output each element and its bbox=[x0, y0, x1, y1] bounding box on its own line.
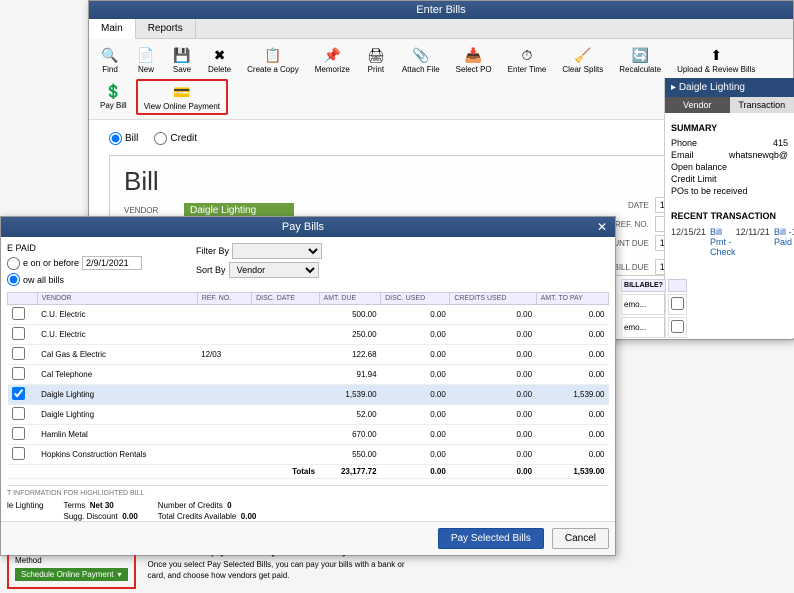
toolbar-view-online-payment[interactable]: 💳View Online Payment bbox=[136, 79, 228, 115]
clear-splits-icon: 🧹 bbox=[574, 46, 592, 64]
enter-time-icon: ⏱ bbox=[518, 46, 536, 64]
close-icon[interactable]: ✕ bbox=[597, 220, 607, 234]
new-icon: 📄 bbox=[137, 46, 155, 64]
recalculate-icon: 🔄 bbox=[631, 46, 649, 64]
upload-review-bills-icon: ⬆ bbox=[707, 46, 725, 64]
tab-reports[interactable]: Reports bbox=[136, 19, 196, 38]
save-icon: 💾 bbox=[173, 46, 191, 64]
toolbar-select-po[interactable]: 📥Select PO bbox=[449, 43, 499, 77]
billable-check[interactable] bbox=[671, 320, 684, 333]
side-vendor-name: ▸ Daigle Lighting bbox=[665, 78, 794, 97]
cancel-button[interactable]: Cancel bbox=[552, 528, 609, 549]
attach-file-icon: 📎 bbox=[412, 46, 430, 64]
row-check[interactable] bbox=[12, 447, 25, 460]
find-icon: 🔍 bbox=[101, 46, 119, 64]
bills-table: VENDORREF. NO.DISC. DATEAMT. DUEDISC. US… bbox=[7, 292, 609, 479]
pay-bills-window: Pay Bills ✕ E PAID e on or before ow all… bbox=[0, 216, 616, 556]
sort-by-select[interactable]: Vendor bbox=[229, 262, 319, 278]
filter-by-select[interactable] bbox=[232, 243, 322, 259]
toolbar-enter-time[interactable]: ⏱Enter Time bbox=[501, 43, 554, 77]
credit-radio[interactable]: Credit bbox=[154, 132, 197, 145]
enter-bills-tabs: Main Reports bbox=[89, 19, 793, 39]
billable-check[interactable] bbox=[671, 297, 684, 310]
table-row[interactable]: C.U. Electric250.000.000.000.00 bbox=[8, 325, 609, 345]
side-tab-transaction[interactable]: Transaction bbox=[730, 97, 794, 113]
table-row[interactable]: Cal Gas & Electric12/03122.680.000.000.0… bbox=[8, 345, 609, 365]
toolbar-save[interactable]: 💾Save bbox=[165, 43, 199, 77]
vendor-label: VENDOR bbox=[124, 206, 184, 215]
toolbar-pay-bill[interactable]: 💲Pay Bill bbox=[93, 79, 134, 115]
side-tabs: Vendor Transaction bbox=[665, 97, 794, 113]
on-before-date[interactable] bbox=[82, 256, 142, 270]
table-row[interactable]: C.U. Electric500.000.000.000.00 bbox=[8, 305, 609, 325]
pay-selected-button[interactable]: Pay Selected Bills bbox=[438, 528, 544, 549]
method-dropdown[interactable]: Schedule Online Payment bbox=[15, 568, 128, 581]
billable-table: BILLABLE? emo... emo... bbox=[619, 277, 689, 340]
row-check[interactable] bbox=[12, 427, 25, 440]
enter-bills-title: Enter Bills bbox=[97, 4, 785, 16]
bill-radio[interactable]: Bill bbox=[109, 132, 138, 145]
create-a-copy-icon: 📋 bbox=[264, 46, 282, 64]
pay-bills-title: Pay Bills bbox=[9, 221, 597, 233]
side-body: SUMMARY Phone415 Emailwhatsnewqb@ Open b… bbox=[665, 113, 794, 265]
pay-bills-filters: E PAID e on or before ow all bills Filte… bbox=[7, 241, 609, 288]
on-before-radio[interactable]: e on or before bbox=[7, 256, 142, 270]
pay-bill-icon: 💲 bbox=[104, 82, 122, 100]
tab-main[interactable]: Main bbox=[89, 19, 136, 39]
print-icon: 🖨 bbox=[367, 46, 385, 64]
row-check[interactable] bbox=[12, 327, 25, 340]
toolbar-recalculate[interactable]: 🔄Recalculate bbox=[612, 43, 668, 77]
show-all-radio[interactable]: ow all bills bbox=[7, 273, 142, 286]
row-check[interactable] bbox=[12, 347, 25, 360]
table-row[interactable]: Hamlin Metal670.000.000.000.00 bbox=[8, 425, 609, 445]
toolbar-new[interactable]: 📄New bbox=[129, 43, 163, 77]
select-po-icon: 📥 bbox=[465, 46, 483, 64]
row-check[interactable] bbox=[12, 367, 25, 380]
toolbar-delete[interactable]: ✖Delete bbox=[201, 43, 238, 77]
recent-transaction-item[interactable]: 12/15/21Bill Pmt -Check bbox=[671, 226, 736, 258]
table-row[interactable]: Daigle Lighting1,539.000.000.001,539.00 bbox=[8, 385, 609, 405]
view-online-payment-icon: 💳 bbox=[173, 83, 191, 101]
bill-header: Bill bbox=[124, 166, 758, 197]
toolbar-memorize[interactable]: 📌Memorize bbox=[308, 43, 357, 77]
table-row[interactable]: Daigle Lighting52.000.000.000.00 bbox=[8, 405, 609, 425]
toolbar-upload-review-bills[interactable]: ⬆Upload & Review Bills bbox=[670, 43, 762, 77]
recent-transaction-item[interactable]: 12/11/21Bill - Paid bbox=[736, 226, 792, 258]
side-tab-vendor[interactable]: Vendor bbox=[665, 97, 730, 113]
enter-bills-titlebar: Enter Bills bbox=[89, 1, 793, 19]
row-check[interactable] bbox=[12, 387, 25, 400]
recent-header: RECENT TRANSACTION bbox=[671, 211, 788, 221]
row-check[interactable] bbox=[12, 307, 25, 320]
toolbar-find[interactable]: 🔍Find bbox=[93, 43, 127, 77]
row-check[interactable] bbox=[12, 407, 25, 420]
toolbar-print[interactable]: 🖨Print bbox=[359, 43, 393, 77]
table-row[interactable]: Hopkins Construction Rentals550.000.000.… bbox=[8, 445, 609, 465]
pay-bills-footer: Pay Selected Bills Cancel bbox=[1, 521, 615, 555]
table-row[interactable]: Cal Telephone91.940.000.000.00 bbox=[8, 365, 609, 385]
toolbar-attach-file[interactable]: 📎Attach File bbox=[395, 43, 447, 77]
toolbar-create-a-copy[interactable]: 📋Create a Copy bbox=[240, 43, 306, 77]
summary-header: SUMMARY bbox=[671, 123, 788, 133]
delete-icon: ✖ bbox=[211, 46, 229, 64]
memorize-icon: 📌 bbox=[323, 46, 341, 64]
toolbar-clear-splits[interactable]: 🧹Clear Splits bbox=[555, 43, 610, 77]
pay-bills-titlebar: Pay Bills ✕ bbox=[1, 217, 615, 237]
